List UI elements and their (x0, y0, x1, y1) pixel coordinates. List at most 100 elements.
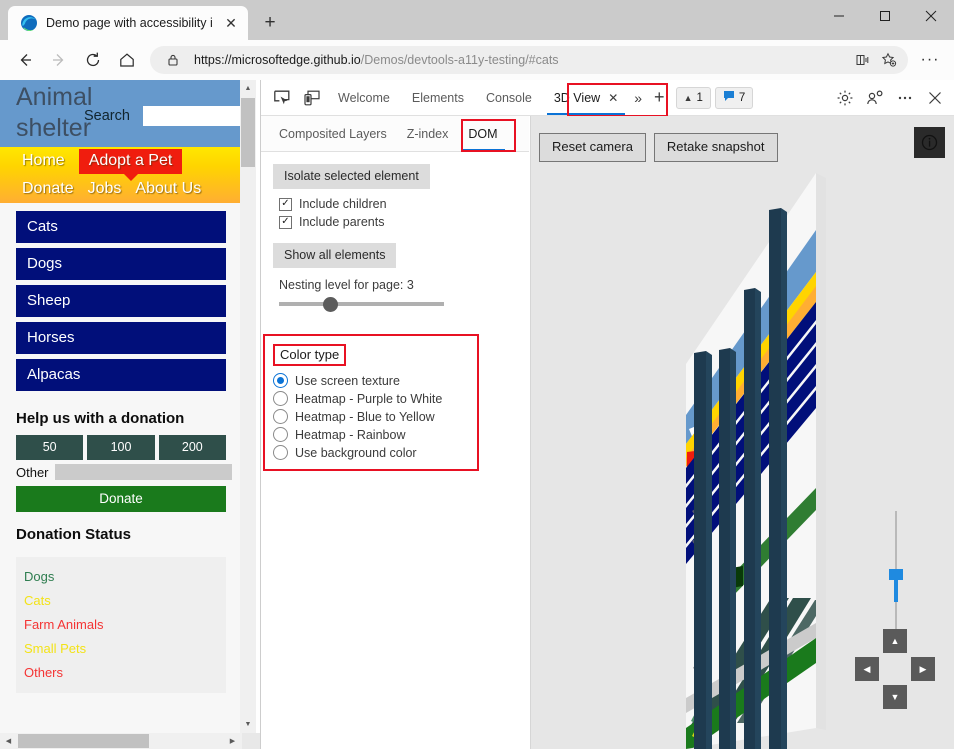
category-sheep[interactable]: Sheep (16, 285, 226, 317)
close-window-icon[interactable] (908, 0, 954, 32)
other-amount-input[interactable] (54, 464, 232, 480)
color-type-legend: Color type (273, 344, 347, 366)
category-cats[interactable]: Cats (16, 211, 226, 243)
scroll-left-icon[interactable]: ◀ (0, 733, 17, 749)
device-emulation-icon[interactable] (297, 84, 327, 112)
radio-button-icon[interactable] (273, 391, 288, 406)
subtab-z-index[interactable]: Z-index (397, 116, 459, 151)
scrollbar-corner (242, 733, 260, 749)
status-item: Dogs (24, 569, 55, 584)
include-parents-row[interactable]: ✓ Include parents (279, 215, 519, 229)
subtab-composited-layers[interactable]: Composited Layers (269, 116, 397, 151)
checkbox-include-children[interactable]: ✓ (279, 197, 292, 211)
scroll-up-icon[interactable]: ▲ (240, 80, 256, 97)
show-all-elements-button[interactable]: Show all elements (273, 243, 397, 268)
donate-button[interactable]: Donate (16, 486, 226, 512)
amount-200[interactable]: 200 (158, 435, 226, 460)
horizontal-scroll-thumb[interactable] (18, 734, 149, 748)
message-bubble-icon (723, 90, 735, 105)
radio-button-icon[interactable] (273, 409, 288, 424)
radio-button-selected-icon[interactable] (273, 373, 288, 388)
category-dogs[interactable]: Dogs (16, 248, 226, 280)
radio-heatmap-rainbow[interactable]: Heatmap - Rainbow (273, 427, 467, 442)
close-icon[interactable]: ✕ (220, 12, 242, 34)
radio-heatmap-purple-to-white[interactable]: Heatmap - Purple to White (273, 391, 467, 406)
maximize-icon[interactable] (862, 0, 908, 32)
address-bar[interactable]: https://microsoftedge.github.io/Demos/de… (150, 46, 908, 74)
back-icon[interactable] (8, 45, 42, 75)
minimize-icon[interactable] (816, 0, 862, 32)
more-options-icon[interactable] (890, 84, 920, 112)
tab-elements[interactable]: Elements (401, 80, 475, 115)
browser-toolbar: https://microsoftedge.github.io/Demos/de… (0, 40, 954, 80)
other-amount-row: Other (0, 460, 240, 480)
search-input[interactable] (143, 106, 240, 126)
radio-button-icon[interactable] (273, 445, 288, 460)
devtools-subtabs: Composited Layers Z-index DOM (261, 116, 529, 152)
pan-down-button[interactable]: ▼ (883, 685, 907, 709)
message-badge[interactable]: 7 (714, 86, 754, 109)
zoom-slider-thumb[interactable] (889, 569, 903, 580)
tab-console[interactable]: Console (475, 80, 543, 115)
address-host: https://microsoftedge.github.io (194, 53, 361, 67)
home-icon[interactable] (110, 45, 144, 75)
nav-link-about-us[interactable]: About Us (135, 180, 201, 198)
isolate-selected-element-button[interactable]: Isolate selected element (273, 164, 430, 189)
nav-row-primary: Home Adopt a Pet (0, 147, 240, 181)
inspect-element-icon[interactable] (267, 84, 297, 112)
category-horses[interactable]: Horses (16, 322, 226, 354)
browser-tab[interactable]: Demo page with accessibility iss ✕ (8, 6, 248, 40)
devtools-panel: Welcome Elements Console 3D View ✕ » + ▲… (260, 80, 954, 749)
radio-heatmap-blue-to-yellow[interactable]: Heatmap - Blue to Yellow (273, 409, 467, 424)
reset-camera-button[interactable]: Reset camera (539, 132, 646, 162)
new-tab-button[interactable]: + (256, 10, 284, 36)
page-horizontal-scrollbar[interactable]: ◀ ▶ (0, 733, 260, 749)
subtab-dom[interactable]: DOM (458, 116, 507, 151)
warning-count: 1 (696, 91, 703, 104)
close-icon[interactable]: ✕ (608, 91, 618, 105)
retake-snapshot-button[interactable]: Retake snapshot (653, 132, 778, 162)
read-aloud-icon[interactable] (850, 48, 876, 72)
nav-link-donate[interactable]: Donate (22, 180, 74, 198)
add-favorite-icon[interactable] (876, 48, 902, 72)
donation-amounts: 50 100 200 (0, 435, 240, 460)
edge-logo-icon (20, 14, 38, 32)
include-children-row[interactable]: ✓ Include children (279, 197, 519, 211)
donation-status-list: Dogs Cats Farm Animals Small Pets Others (16, 557, 226, 693)
add-tab-button[interactable]: + (647, 87, 672, 108)
reload-icon[interactable] (76, 45, 110, 75)
page-vertical-scrollbar[interactable]: ▲ ▼ (240, 80, 256, 733)
category-alpacas[interactable]: Alpacas (16, 359, 226, 391)
nav-link-home[interactable]: Home (22, 152, 65, 170)
nesting-level-slider[interactable] (279, 294, 444, 314)
message-count: 7 (738, 91, 746, 104)
more-tabs-icon[interactable]: » (629, 90, 647, 106)
site-header: Animal shelter Search (0, 80, 240, 147)
settings-gear-icon[interactable] (830, 84, 860, 112)
pan-right-button[interactable]: ▶ (911, 657, 935, 681)
amount-50[interactable]: 50 (16, 435, 84, 460)
slider-thumb[interactable] (323, 297, 338, 312)
tab-3d-view[interactable]: 3D View ✕ (543, 80, 629, 115)
scroll-right-icon[interactable]: ▶ (224, 733, 241, 749)
browser-settings-icon[interactable]: ··· (914, 51, 946, 69)
customize-icon[interactable] (860, 84, 890, 112)
pan-up-button[interactable]: ▲ (883, 629, 907, 653)
amount-100[interactable]: 100 (87, 435, 155, 460)
scroll-down-icon[interactable]: ▼ (240, 716, 256, 733)
tab-welcome[interactable]: Welcome (327, 80, 401, 115)
close-devtools-icon[interactable] (920, 84, 950, 112)
zoom-slider[interactable] (889, 511, 903, 641)
radio-button-icon[interactable] (273, 427, 288, 442)
warning-badge[interactable]: ▲ 1 (675, 86, 711, 109)
nav-link-adopt-a-pet[interactable]: Adopt a Pet (78, 148, 183, 181)
nav-link-jobs[interactable]: Jobs (88, 180, 122, 198)
vertical-scroll-thumb[interactable] (241, 98, 255, 167)
web-page: Animal shelter Search Home Adopt a Pet D… (0, 80, 240, 733)
info-icon[interactable] (914, 127, 945, 158)
checkbox-include-parents[interactable]: ✓ (279, 215, 292, 229)
pan-left-button[interactable]: ◀ (855, 657, 879, 681)
radio-use-screen-texture[interactable]: Use screen texture (273, 373, 467, 388)
radio-use-background-color[interactable]: Use background color (273, 445, 467, 460)
window-controls (816, 0, 954, 40)
